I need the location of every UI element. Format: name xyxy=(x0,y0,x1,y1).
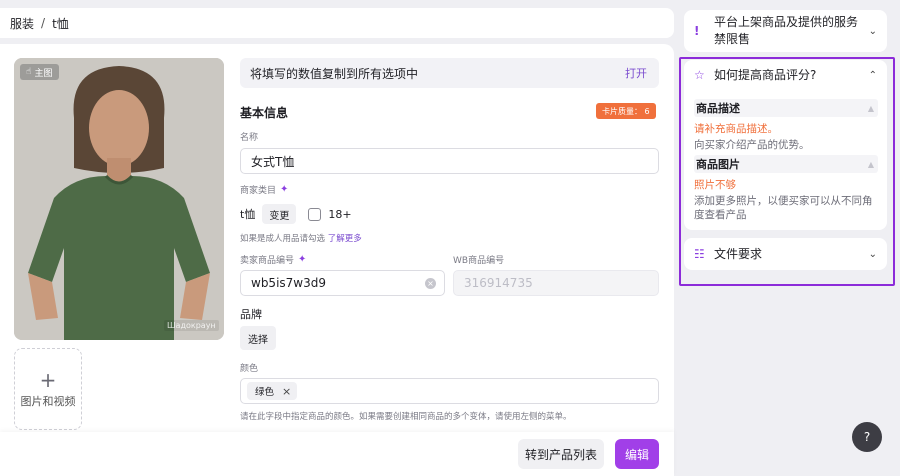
main-product-photo[interactable] xyxy=(14,58,224,340)
wb-sku-value: 316914735 xyxy=(464,276,533,290)
plus-icon: + xyxy=(39,367,57,392)
photo-watermark: Шадокраун xyxy=(164,320,219,331)
seller-sku-label-text: 卖家商品编号 xyxy=(240,256,295,266)
color-tag-label: 绿色 xyxy=(255,387,275,398)
wb-sku-label: WB商品编号 xyxy=(453,253,504,266)
policy-title: 平台上架商品及提供的服务禁限售 xyxy=(714,15,859,46)
sparkle-icon: ✦ xyxy=(280,184,289,195)
color-tag: 绿色 × xyxy=(247,382,298,400)
breadcrumb-separator: / xyxy=(41,16,46,30)
category-row: t恤 变更 18+ xyxy=(240,204,352,224)
seller-sku-input[interactable]: wb5is7w3d9 × xyxy=(240,270,445,296)
change-category-button[interactable]: 变更 xyxy=(262,204,297,224)
copy-values-bar: 将填写的数值复制到所有选项中 打开 xyxy=(240,58,659,88)
sparkle-icon: ✦ xyxy=(298,254,307,265)
breadcrumb: 服装 / t恤 xyxy=(0,8,674,38)
alert-icon: ! xyxy=(694,24,700,38)
color-label: 颜色 xyxy=(240,361,258,374)
name-input-value: 女式T恤 xyxy=(251,154,295,169)
color-input[interactable]: 绿色 × xyxy=(240,378,659,404)
brand-label: 品牌 xyxy=(240,308,262,321)
name-label: 名称 xyxy=(240,130,258,143)
seller-sku-value: wb5is7w3d9 xyxy=(251,276,326,290)
adult-hint-text: 如果是成人用品请勾选 xyxy=(240,234,326,244)
brand-select-button[interactable]: 选择 xyxy=(240,326,276,350)
to-product-list-button[interactable]: 转到产品列表 xyxy=(518,439,604,469)
add-media-button[interactable]: + 图片和视频 xyxy=(14,348,82,430)
adult-checkbox[interactable] xyxy=(308,207,322,221)
adult-hint: 如果是成人用品请勾选 了解更多 xyxy=(240,232,362,244)
policy-panel[interactable]: ! 平台上架商品及提供的服务禁限售 ⌄ xyxy=(684,10,887,52)
chevron-down-icon: ⌄ xyxy=(868,25,877,37)
tshirt-model-illustration xyxy=(14,58,224,340)
main-photo-badge: ☝ 主图 xyxy=(20,64,59,80)
highlight-frame xyxy=(679,57,895,286)
seller-sku-label: 卖家商品编号 ✦ xyxy=(240,253,306,266)
category-label: 商家类目 ✦ xyxy=(240,183,288,196)
copy-values-toggle[interactable]: 打开 xyxy=(625,65,647,81)
name-label-text: 名称 xyxy=(240,133,259,143)
wb-sku-input: 316914735 xyxy=(453,270,659,296)
section-title: 基本信息 xyxy=(240,106,289,120)
category-label-text: 商家类目 xyxy=(240,186,277,196)
breadcrumb-root[interactable]: 服装 xyxy=(10,15,34,32)
color-label-text: 颜色 xyxy=(240,364,259,374)
wb-sku-label-text: WB商品编号 xyxy=(453,256,505,266)
main-photo-badge-label: 主图 xyxy=(34,68,53,79)
edit-button[interactable]: 编辑 xyxy=(615,439,659,469)
name-input[interactable]: 女式T恤 xyxy=(240,148,659,174)
breadcrumb-current: t恤 xyxy=(52,16,69,31)
adult-checkbox-label: 18+ xyxy=(328,207,352,221)
card-quality-badge: 卡片质量： 6 xyxy=(596,103,656,119)
learn-more-link[interactable]: 了解更多 xyxy=(328,234,362,244)
help-button[interactable]: ? xyxy=(852,422,882,452)
remove-tag-icon[interactable]: × xyxy=(282,385,291,398)
add-media-label: 图片和视频 xyxy=(20,394,76,408)
copy-values-text: 将填写的数值复制到所有选项中 xyxy=(250,66,419,81)
hand-icon: ☝ xyxy=(26,67,32,77)
color-hint: 请在此字段中指定商品的颜色。如果需要创建相同商品的多个变体，请使用左侧的菜单。 xyxy=(240,412,572,422)
clear-icon[interactable]: × xyxy=(425,277,436,289)
category-value: t恤 xyxy=(240,208,256,221)
